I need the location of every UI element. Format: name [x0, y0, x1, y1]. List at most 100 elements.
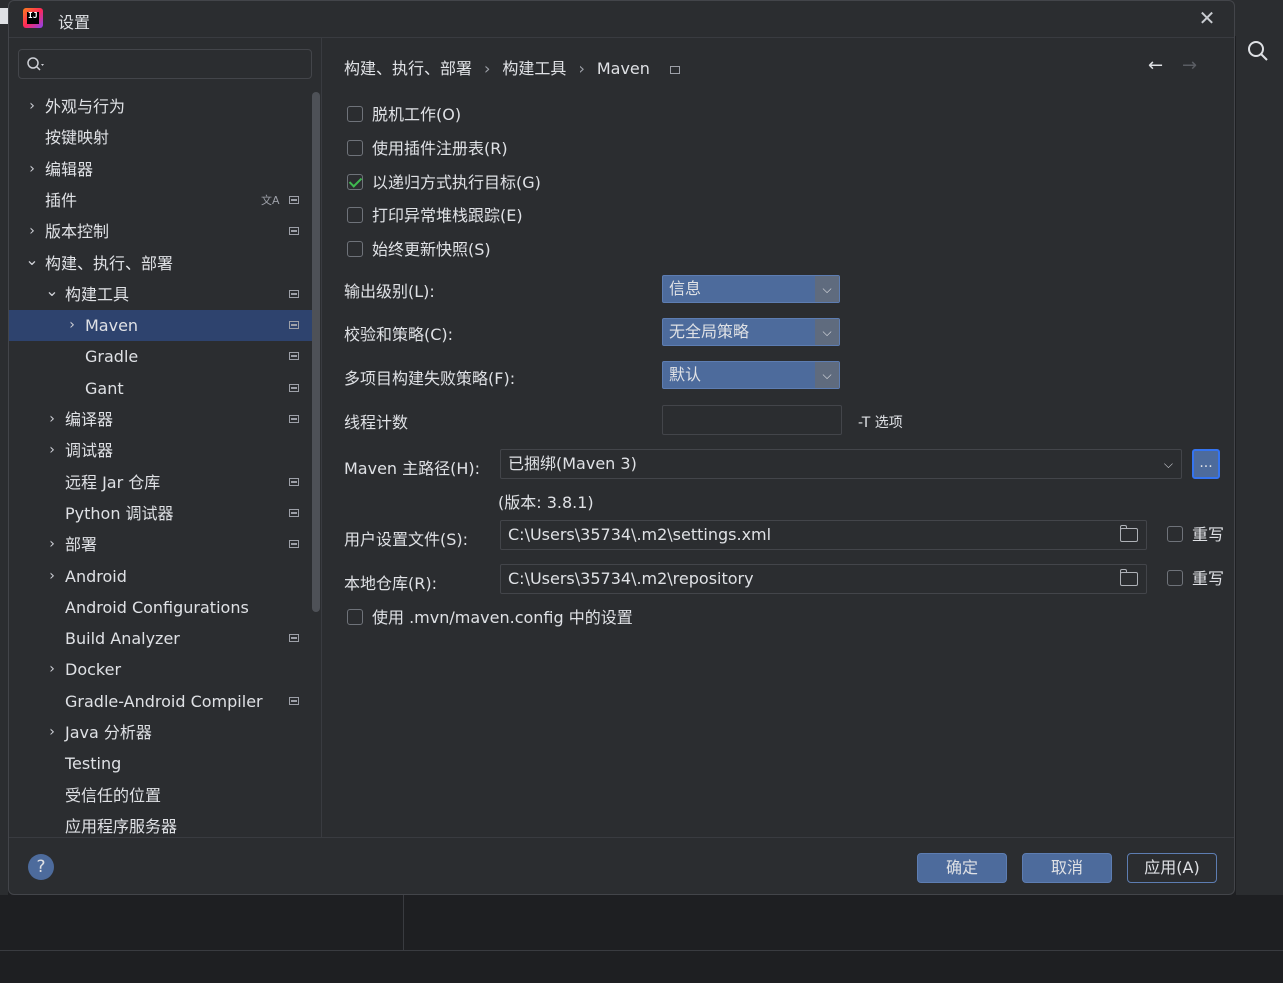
checkbox-box[interactable] [347, 207, 363, 223]
multiproject-fail-dropdown[interactable]: 默认 ⌵ [662, 361, 840, 389]
chevron-right-icon[interactable]: › [25, 154, 39, 185]
checkbox-box[interactable] [347, 106, 363, 122]
output-level-dropdown[interactable]: 信息 ⌵ [662, 275, 840, 303]
checkbox-box[interactable] [347, 140, 363, 156]
sidebar-item[interactable]: › 编辑器 [9, 154, 321, 185]
sidebar-item-label: 版本控制 [45, 222, 110, 242]
local-repo-label: 本地仓库(R): [344, 574, 437, 593]
sidebar-item[interactable]: 插件 文A [9, 185, 321, 216]
sidebar-item-label: Build Analyzer [65, 629, 180, 649]
sidebar-item-label: 外观与行为 [45, 97, 126, 116]
sidebar-item-label: 部署 [65, 535, 98, 555]
sidebar-item[interactable]: › 外观与行为 [9, 91, 321, 122]
chevron-right-icon[interactable]: › [25, 91, 39, 122]
dialog-titlebar: IJ 设置 ✕ [9, 1, 1234, 38]
chevron-right-icon[interactable]: › [45, 561, 59, 592]
local-repo-input[interactable]: C:\Users\35734\.m2\repository [500, 564, 1147, 594]
thread-count-input[interactable] [662, 405, 842, 435]
sidebar-item[interactable]: Gradle [9, 341, 321, 372]
intellij-logo-icon: IJ [23, 8, 43, 28]
checkbox-box[interactable] [347, 241, 363, 257]
sidebar-item[interactable]: Python 调试器 [9, 498, 321, 529]
project-scope-icon [289, 415, 299, 423]
project-scope-icon [289, 634, 299, 643]
breadcrumb-item[interactable]: 构建工具 [502, 55, 566, 79]
project-scope-icon [289, 696, 299, 705]
sidebar-item[interactable]: › 调试器 [9, 435, 321, 466]
sidebar-item[interactable]: › Java 分析器 [9, 717, 321, 748]
ide-background-right [1236, 0, 1283, 983]
chevron-right-icon[interactable]: › [45, 435, 59, 466]
sidebar-item[interactable]: Build Analyzer [9, 623, 321, 654]
chevron-right-icon[interactable]: › [45, 529, 59, 560]
project-scope-icon [289, 383, 299, 392]
user-settings-label: 用户设置文件(S): [344, 530, 469, 549]
user-settings-input[interactable]: C:\Users\35734\.m2\settings.xml [500, 520, 1147, 550]
checksum-policy-label: 校验和策略(C): [344, 325, 454, 344]
thread-count-label: 线程计数 [344, 413, 409, 432]
sidebar-item[interactable]: › 部署 [9, 529, 321, 560]
sidebar-item[interactable]: › Maven [9, 310, 313, 342]
sidebar-item-label: Gant [85, 378, 124, 398]
cancel-button[interactable]: 取消 [1022, 853, 1112, 883]
settings-search-input[interactable] [18, 49, 312, 79]
apply-button[interactable]: 应用(A) [1127, 853, 1217, 883]
sidebar-item[interactable]: 按键映射 [9, 122, 321, 153]
sidebar-item[interactable]: ⌄ 构建、执行、部署 [9, 248, 321, 279]
chevron-right-icon[interactable]: › [45, 654, 59, 685]
sidebar-item-label: 远程 Jar 仓库 [65, 472, 161, 492]
maven-version-text: (版本: 3.8.1) [498, 493, 594, 512]
project-scope-icon [669, 65, 680, 74]
sidebar-item[interactable]: 远程 Jar 仓库 [9, 467, 321, 498]
folder-icon[interactable] [1119, 569, 1138, 586]
forward-arrow-icon[interactable]: → [1182, 55, 1197, 76]
translate-icon: 文A [261, 193, 280, 207]
chevron-right-icon[interactable]: › [65, 310, 79, 341]
maven-home-label: Maven 主路径(H): [344, 459, 481, 478]
close-icon[interactable]: ✕ [1197, 8, 1217, 28]
chevron-right-icon[interactable]: › [45, 404, 59, 435]
sidebar-item-label: 构建、执行、部署 [45, 253, 174, 273]
sidebar-item-label: 按键映射 [45, 128, 110, 148]
sidebar-item-label: Java 分析器 [65, 723, 152, 742]
chevron-down-icon: ⌵ [1163, 457, 1173, 471]
sidebar-item[interactable]: Testing [9, 748, 321, 779]
back-arrow-icon[interactable]: ← [1148, 55, 1163, 76]
search-icon[interactable] [1245, 38, 1273, 66]
checkbox-box[interactable] [1167, 570, 1183, 586]
sidebar-item[interactable]: Gradle-Android Compiler [9, 686, 321, 717]
sidebar-item[interactable]: › 编译器 [9, 404, 321, 435]
settings-dialog: IJ 设置 ✕ › 外观与行为 按键映射 › 编辑器 插件 文A › 版本控制 ⌄ 构建、执行、部署… [8, 0, 1235, 895]
dialog-title: 设置 [58, 13, 91, 32]
sidebar-item[interactable]: › Android [9, 561, 321, 592]
sidebar-item[interactable]: 受信任的位置 [9, 780, 321, 811]
checkbox-box-checked[interactable] [347, 174, 363, 190]
sidebar-item-label: 调试器 [65, 441, 114, 461]
thread-count-suffix: -T 选项 [858, 415, 903, 431]
sidebar-item[interactable]: › 版本控制 [9, 216, 321, 247]
sidebar-scrollbar[interactable] [312, 92, 320, 612]
checksum-policy-dropdown[interactable]: 无全局策略 ⌵ [662, 318, 840, 346]
folder-icon[interactable] [1119, 525, 1138, 542]
chevron-down-icon[interactable]: ⌄ [25, 248, 39, 279]
project-scope-icon [289, 508, 299, 517]
sidebar-item-label: 编译器 [65, 410, 114, 429]
chevron-right-icon[interactable]: › [45, 717, 59, 748]
project-scope-icon [289, 227, 299, 236]
breadcrumb-item[interactable]: 构建、执行、部署 [344, 55, 472, 79]
sidebar-item[interactable]: ⌄ 构建工具 [9, 279, 321, 310]
maven-home-browse-button[interactable]: ... [1192, 449, 1220, 479]
dialog-footer: ? 确定 取消 应用(A) [9, 837, 1234, 894]
checkbox-box[interactable] [347, 609, 363, 625]
sidebar-item[interactable]: Gant [9, 373, 321, 404]
sidebar-item[interactable]: Android Configurations [9, 592, 321, 623]
ok-button[interactable]: 确定 [917, 853, 1007, 883]
help-icon[interactable]: ? [28, 854, 54, 880]
sidebar-item[interactable]: › Docker [9, 654, 321, 685]
maven-home-dropdown[interactable]: 已捆绑(Maven 3) ⌵ [500, 449, 1182, 479]
project-scope-icon [289, 540, 299, 549]
sidebar-item-label: 编辑器 [45, 159, 94, 179]
chevron-right-icon[interactable]: › [25, 216, 39, 247]
chevron-down-icon[interactable]: ⌄ [45, 279, 59, 310]
checkbox-box[interactable] [1167, 526, 1183, 542]
